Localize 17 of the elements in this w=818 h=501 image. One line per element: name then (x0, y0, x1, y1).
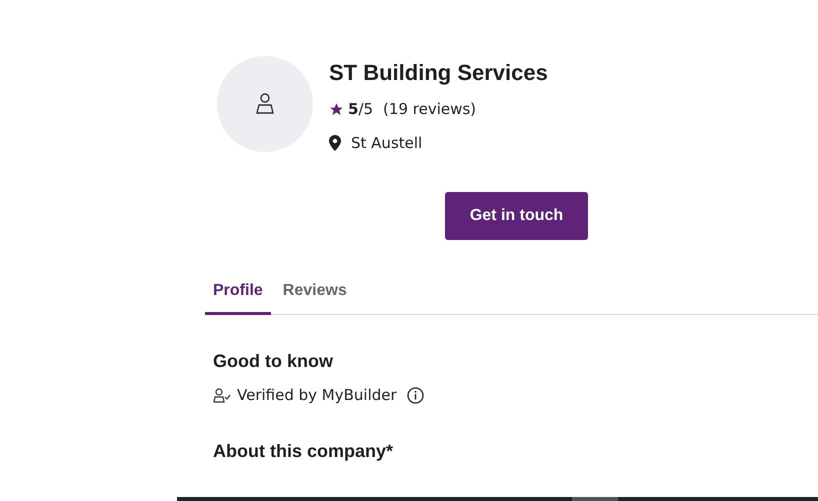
rating-max: /5 (358, 100, 374, 118)
verified-text: Verified by MyBuilder (237, 386, 397, 404)
rating-score: 5 (348, 100, 358, 118)
review-count: (19 reviews) (383, 100, 476, 118)
star-icon (329, 102, 344, 116)
tab[interactable]: Profile (205, 274, 271, 315)
section-heading: About this company* (213, 441, 394, 462)
person-icon (256, 93, 274, 115)
get-in-touch-button[interactable]: Get in touch (445, 192, 588, 240)
info-icon[interactable] (406, 386, 424, 404)
section-heading: Good to know (213, 351, 334, 372)
company-name: ST Building Services (329, 60, 548, 86)
scrollbar[interactable] (177, 497, 818, 501)
location-text: St Austell (351, 134, 422, 152)
tab[interactable]: Reviews (274, 274, 355, 315)
location-pin-icon (329, 135, 341, 151)
verified-person-icon (213, 388, 231, 402)
